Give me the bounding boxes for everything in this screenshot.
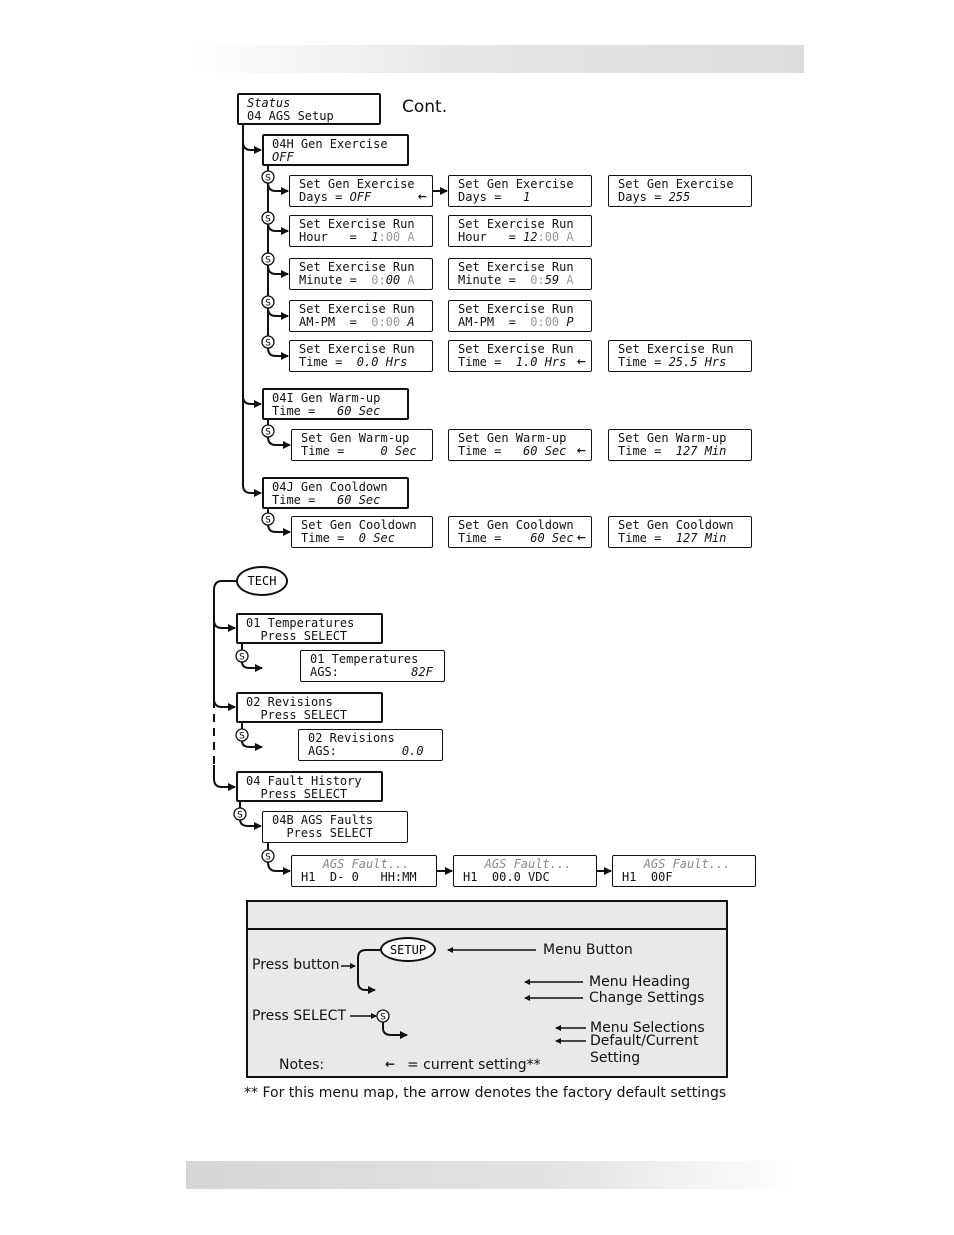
notes-label: Notes: — [279, 1057, 325, 1073]
menu-button-label: Menu Button — [543, 942, 633, 958]
menu-map-page: SSSSSSSSSSS Cont. TECH Status 04 AGS Setu… — [0, 0, 954, 1235]
setting-label: Setting — [590, 1050, 641, 1066]
select-icon: S — [376, 1009, 390, 1023]
press-select-label: Press SELECT — [252, 1008, 347, 1024]
select-icon-letter: S — [380, 1013, 386, 1023]
press-button-label: Press button — [252, 957, 340, 973]
default-current-label: Default/Current — [590, 1033, 699, 1049]
setup-button[interactable]: SETUP — [380, 937, 436, 962]
current-arrow-icon: ← — [385, 1057, 396, 1071]
change-settings-label: Change Settings — [589, 990, 705, 1006]
menu-heading-label: Menu Heading — [589, 974, 691, 990]
legend-connectors: S — [341, 947, 586, 1044]
footnote: ** For this menu map, the arrow denotes … — [244, 1085, 727, 1101]
current-setting-label: = current setting** — [407, 1057, 541, 1073]
